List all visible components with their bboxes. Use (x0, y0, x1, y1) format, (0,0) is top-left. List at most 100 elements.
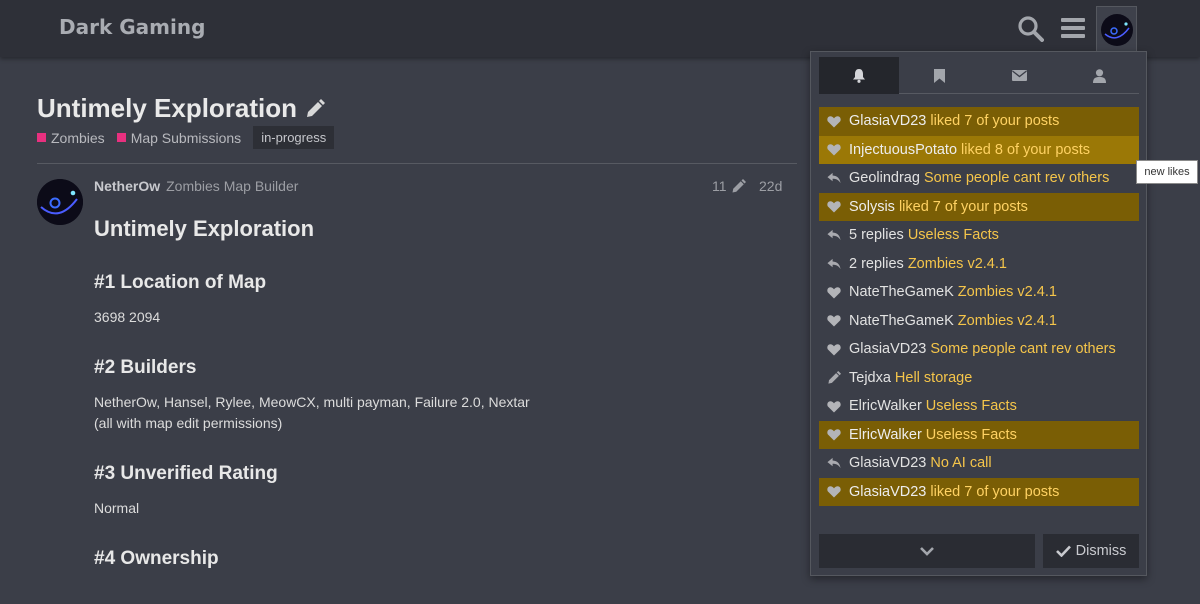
search-icon (1017, 15, 1044, 42)
section-heading: #1 Location of Map (94, 272, 267, 293)
pencil-icon (732, 178, 746, 192)
category-label: Zombies (51, 129, 105, 146)
notification-description: No AI call (930, 455, 992, 472)
notification-actor: NateTheGameK (849, 312, 954, 329)
notification-actor: Geolindrag (849, 170, 920, 187)
divider (37, 163, 797, 164)
notification-item[interactable]: GlasiaVD23 liked 7 of your posts (819, 107, 1139, 136)
notification-description: liked 7 of your posts (898, 198, 1028, 215)
notification-item[interactable]: NateTheGameK Zombies v2.4.1 (819, 307, 1139, 336)
site-title[interactable]: Dark Gaming (59, 15, 205, 39)
reply-icon (827, 228, 841, 242)
chevron-down-icon (920, 546, 934, 556)
heart-icon (827, 428, 841, 442)
post-author-avatar[interactable] (37, 179, 83, 225)
category-zombies[interactable]: Zombies (37, 130, 105, 146)
heart-icon (827, 114, 841, 128)
hamburger-icon (1061, 18, 1085, 38)
notification-actor: InjectuousPotato (849, 141, 958, 158)
heart-icon (827, 314, 841, 328)
notification-actor: ElricWalker (849, 398, 922, 415)
post-age[interactable]: 22d (759, 178, 782, 194)
notification-description: Useless Facts (925, 398, 1017, 415)
search-button[interactable] (1014, 12, 1046, 44)
post-user-title: Zombies Map Builder (166, 178, 299, 194)
heart-icon (827, 342, 841, 356)
post-heading: Untimely Exploration (94, 216, 315, 241)
tab-profile[interactable] (1059, 57, 1139, 94)
checkmark-icon (1055, 545, 1071, 557)
notification-item[interactable]: GlasiaVD23 No AI call (819, 449, 1139, 478)
avatar (1100, 13, 1133, 46)
tab-bookmarks[interactable] (899, 57, 979, 94)
notification-item[interactable]: Geolindrag Some people cant rev others (819, 164, 1139, 193)
category-label: Map Submissions (130, 129, 242, 146)
show-more-button[interactable] (819, 534, 1035, 568)
dismiss-label: Dismiss (1075, 543, 1127, 559)
category-color-swatch (37, 133, 46, 142)
notification-item[interactable]: Tejdxa Hell storage (819, 364, 1139, 393)
notification-description: Some people cant rev others (923, 170, 1110, 187)
notification-actor: ElricWalker (849, 426, 922, 443)
section-text: 3698 2094 (94, 309, 161, 325)
heart-icon (827, 285, 841, 299)
tooltip: new likes (1136, 160, 1198, 184)
heart-icon (827, 143, 841, 157)
user-icon (1092, 68, 1106, 83)
notification-actor: Solysis (849, 198, 895, 215)
notification-description: Useless Facts (925, 426, 1017, 443)
topic-title: Untimely Exploration (37, 93, 326, 124)
notification-description: Some people cant rev others (930, 341, 1116, 358)
section-text: Normal (94, 500, 140, 516)
site-header: Dark Gaming (0, 0, 1200, 57)
notification-item[interactable]: InjectuousPotato liked 8 of your posts (819, 135, 1139, 164)
notification-item[interactable]: 5 replies Useless Facts (819, 221, 1139, 250)
user-notifications-panel: GlasiaVD23 liked 7 of your posts Injectuou… (810, 51, 1147, 576)
notification-list: GlasiaVD23 liked 7 of your posts Injectuou… (819, 107, 1139, 506)
notification-description: Hell storage (894, 369, 973, 386)
topic-title-text[interactable]: Untimely Exploration (37, 93, 297, 124)
category-color-swatch (116, 133, 126, 142)
pencil-icon (827, 370, 841, 385)
notification-item[interactable]: GlasiaVD23 Some people cant rev others (819, 335, 1139, 364)
avatar (37, 179, 83, 225)
panel-tabs (819, 57, 1139, 94)
notification-actor: GlasiaVD23 (849, 341, 927, 358)
notification-description: Zombies v2.4.1 (907, 255, 1007, 272)
tab-notifications[interactable] (819, 57, 899, 94)
topic-tag[interactable]: in-progress (253, 126, 335, 149)
edit-count: 11 (712, 178, 727, 194)
section-heading: #3 Unverified Rating (94, 463, 278, 484)
section-text: NetherOw, Hansel, Rylee, MeowCX, multi p… (94, 394, 530, 410)
notification-description: liked 8 of your posts (961, 141, 1090, 158)
user-avatar-button[interactable] (1096, 6, 1137, 52)
heart-icon (827, 399, 841, 413)
notification-actor: 2 replies (849, 255, 904, 272)
heart-icon (827, 485, 841, 499)
dismiss-button[interactable]: Dismiss (1043, 534, 1139, 568)
notification-item[interactable]: 2 replies Zombies v2.4.1 (819, 250, 1139, 279)
hamburger-menu-button[interactable] (1057, 12, 1089, 44)
edit-title-pencil-icon[interactable] (305, 98, 326, 119)
notification-item[interactable]: GlasiaVD23 liked 7 of your posts (819, 477, 1139, 506)
notification-description: liked 7 of your posts (930, 483, 1060, 500)
notification-description: liked 7 of your posts (930, 113, 1060, 130)
post-username[interactable]: NetherOw (94, 178, 160, 194)
envelope-icon (1011, 70, 1027, 81)
heart-icon (827, 200, 841, 214)
notification-actor: 5 replies (849, 227, 904, 244)
notification-actor: Tejdxa (849, 369, 891, 386)
reply-icon (827, 257, 841, 271)
tab-messages[interactable] (979, 57, 1059, 94)
notification-item[interactable]: NateTheGameK Zombies v2.4.1 (819, 278, 1139, 307)
notification-actor: NateTheGameK (849, 284, 954, 301)
notification-item[interactable]: Solysis liked 7 of your posts (819, 192, 1139, 221)
notification-item[interactable]: ElricWalker Useless Facts (819, 392, 1139, 421)
category-map-submissions[interactable]: Map Submissions (116, 129, 242, 146)
notification-actor: GlasiaVD23 (849, 455, 927, 472)
bookmark-icon (933, 68, 945, 83)
notification-actor: GlasiaVD23 (849, 113, 927, 130)
reply-icon (827, 171, 841, 185)
notification-item[interactable]: ElricWalker Useless Facts (819, 420, 1139, 449)
post-edit-history[interactable]: 11 (712, 178, 746, 194)
